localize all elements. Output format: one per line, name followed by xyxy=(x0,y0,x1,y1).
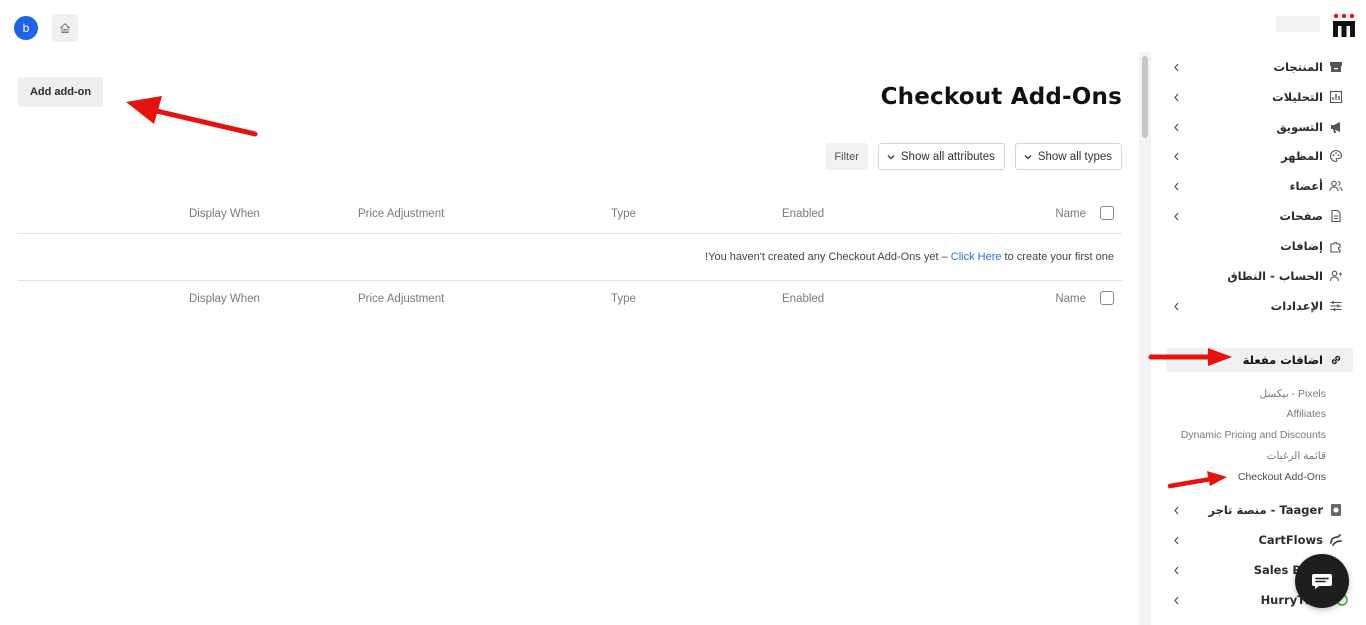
page-title: Checkout Add-Ons xyxy=(880,84,1122,110)
palette-icon xyxy=(1330,149,1343,163)
sliders-icon xyxy=(1330,301,1342,311)
chevron-left-icon xyxy=(1174,566,1179,575)
sidebar-item-appearance[interactable]: المظهر xyxy=(1167,142,1353,170)
user-avatar[interactable]: b xyxy=(14,16,38,40)
attributes-select[interactable]: Show all attributes xyxy=(877,143,1005,170)
empty-state-message: !You haven't created any Checkout Add-On… xyxy=(705,251,1114,263)
chevron-down-icon xyxy=(1024,154,1032,159)
sidebar-item-cartflows[interactable]: CartFlows xyxy=(1167,526,1353,554)
sidebar-item-account-domain[interactable]: الحساب - النطاق xyxy=(1167,262,1353,290)
sidebar: المنتجات التحليلات التسويق المظهر أعضاء … xyxy=(1153,52,1366,625)
sidebar-item-label: التسويق xyxy=(1276,120,1323,134)
chevron-down-icon xyxy=(887,154,895,159)
puzzle-icon xyxy=(1330,242,1341,253)
types-select-value: Show all types xyxy=(1037,150,1112,163)
sidebar-item-analytics[interactable]: التحليلات xyxy=(1167,83,1353,111)
chevron-left-icon xyxy=(1174,536,1179,545)
column-type[interactable]: Type xyxy=(611,293,636,305)
sidebar-item-taager[interactable]: Taager - منصة تاجر xyxy=(1167,496,1353,524)
users-icon xyxy=(1329,180,1343,192)
create-addon-link[interactable]: Click Here xyxy=(951,251,1002,263)
sidebar-item-label: CartFlows xyxy=(1258,533,1323,547)
sidebar-item-label: المنتجات xyxy=(1273,60,1323,74)
sidebar-item-label: اضافات مفعلة xyxy=(1242,353,1323,367)
archive-icon xyxy=(1330,62,1342,72)
sidebar-item-label: الحساب - النطاق xyxy=(1227,269,1323,283)
red-arrow-annotation xyxy=(1167,471,1227,489)
chevron-left-icon xyxy=(1174,123,1179,132)
column-name[interactable]: Name xyxy=(1055,208,1086,220)
taager-icon xyxy=(1331,504,1341,516)
addons-table: Display When Price Adjustment Type Enabl… xyxy=(18,196,1122,318)
chevron-left-icon xyxy=(1174,596,1179,605)
sidebar-subitem-wishlist[interactable]: قائمة الرغبات xyxy=(1267,450,1326,462)
attributes-select-value: Show all attributes xyxy=(900,150,995,163)
sidebar-item-label: التحليلات xyxy=(1272,90,1323,104)
sidebar-subitem-pixels[interactable]: بيكسل - Pixels xyxy=(1259,388,1326,400)
chat-icon xyxy=(1312,574,1332,589)
chevron-left-icon xyxy=(1174,212,1179,221)
sidebar-item-label: الإعدادات xyxy=(1270,299,1323,313)
red-arrow-annotation xyxy=(1148,348,1232,366)
sidebar-subitem-dynamic-pricing[interactable]: Dynamic Pricing and Discounts xyxy=(1181,429,1326,441)
table-footer: Display When Price Adjustment Type Enabl… xyxy=(18,280,1122,318)
chevron-left-icon xyxy=(1174,506,1179,515)
filter-button[interactable]: Filter xyxy=(825,143,868,170)
chat-support-button[interactable] xyxy=(1295,554,1349,608)
column-enabled[interactable]: Enabled xyxy=(782,293,824,305)
link-icon xyxy=(1331,355,1341,365)
chevron-left-icon xyxy=(1174,302,1179,311)
sidebar-item-label: صفحات xyxy=(1279,209,1323,223)
cartflows-icon xyxy=(1330,534,1342,546)
sidebar-item-members[interactable]: أعضاء xyxy=(1167,172,1353,200)
brand-logo[interactable] xyxy=(1332,13,1356,39)
sidebar-scrollbar-thumb[interactable] xyxy=(1142,56,1148,138)
home-icon xyxy=(60,23,70,33)
sidebar-item-pages[interactable]: صفحات xyxy=(1167,202,1353,230)
sidebar-item-label: المظهر xyxy=(1281,149,1323,163)
column-name[interactable]: Name xyxy=(1055,293,1086,305)
sidebar-subitem-affiliates[interactable]: Affiliates xyxy=(1287,408,1327,420)
select-all-checkbox[interactable] xyxy=(1100,206,1114,220)
chevron-left-icon xyxy=(1174,93,1179,102)
empty-state-row: !You haven't created any Checkout Add-On… xyxy=(18,234,1122,280)
column-price-adjustment[interactable]: Price Adjustment xyxy=(358,293,444,305)
sidebar-item-label: إضافات xyxy=(1280,239,1323,253)
chevron-left-icon xyxy=(1174,182,1179,191)
column-display-when[interactable]: Display When xyxy=(189,293,260,305)
sidebar-item-settings[interactable]: الإعدادات xyxy=(1167,292,1353,320)
sidebar-item-products[interactable]: المنتجات xyxy=(1167,53,1353,81)
sidebar-item-marketing[interactable]: التسويق xyxy=(1167,113,1353,141)
column-price-adjustment[interactable]: Price Adjustment xyxy=(358,208,444,220)
filter-bar: Filter Show all attributes Show all type… xyxy=(825,143,1122,170)
types-select[interactable]: Show all types xyxy=(1014,143,1122,170)
chevron-left-icon xyxy=(1174,63,1179,72)
column-type[interactable]: Type xyxy=(611,208,636,220)
sidebar-subitem-checkout-addons[interactable]: Checkout Add-Ons xyxy=(1238,471,1326,483)
column-enabled[interactable]: Enabled xyxy=(782,208,824,220)
sidebar-item-label: Taager - منصة تاجر xyxy=(1208,503,1323,517)
table-header: Display When Price Adjustment Type Enabl… xyxy=(18,196,1122,234)
red-arrow-annotation xyxy=(126,96,258,137)
megaphone-icon xyxy=(1331,122,1340,133)
page-icon xyxy=(1331,209,1341,223)
add-addon-button[interactable]: Add add-on xyxy=(18,77,103,107)
home-button[interactable] xyxy=(52,14,78,42)
site-name-blurred xyxy=(1276,16,1320,32)
sidebar-item-label: أعضاء xyxy=(1289,179,1323,193)
chevron-left-icon xyxy=(1174,152,1179,161)
analytics-icon xyxy=(1329,90,1343,104)
sidebar-item-addons[interactable]: إضافات xyxy=(1167,232,1353,260)
top-bar: b xyxy=(0,0,1366,52)
column-display-when[interactable]: Display When xyxy=(189,208,260,220)
account-icon xyxy=(1329,270,1342,282)
select-all-checkbox[interactable] xyxy=(1100,291,1114,305)
